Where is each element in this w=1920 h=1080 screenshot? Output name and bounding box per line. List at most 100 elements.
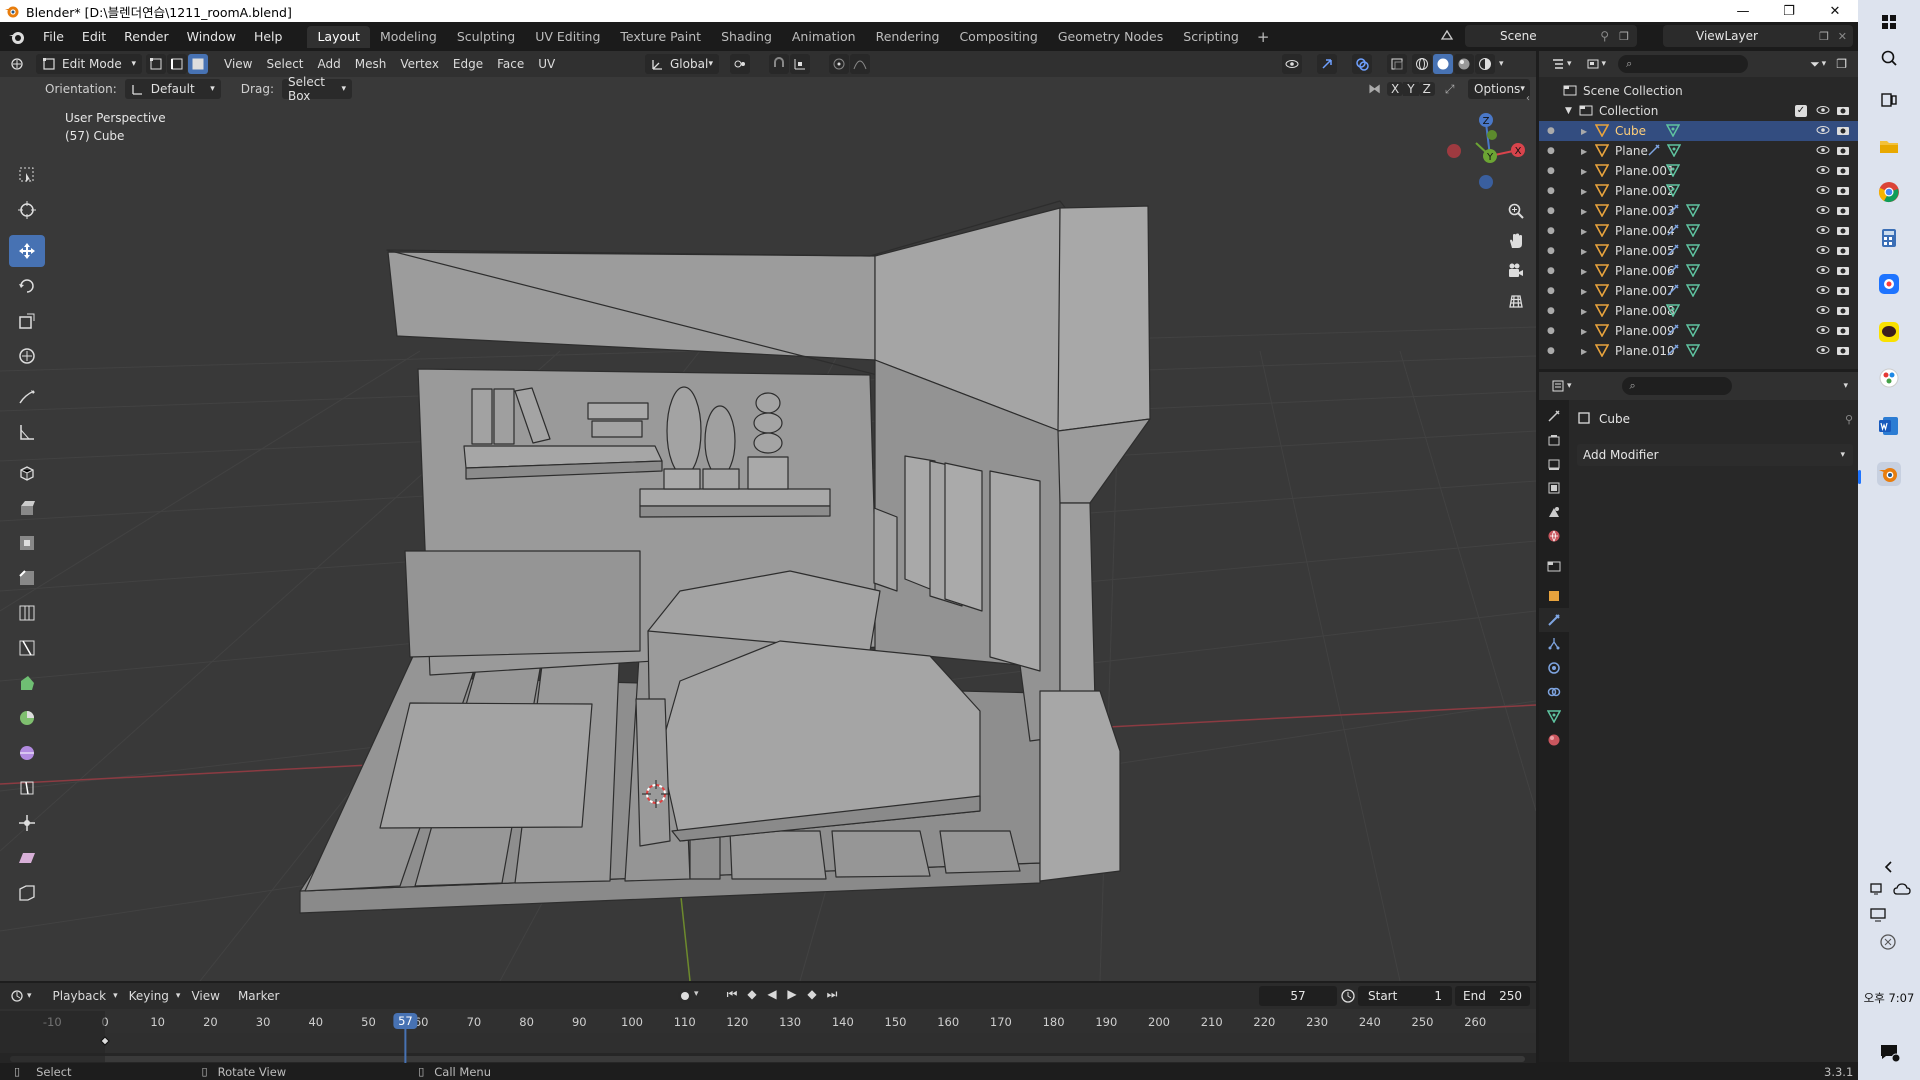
pan-hand-icon[interactable] bbox=[1502, 227, 1530, 255]
expand-arrow-icon[interactable]: ▶ bbox=[1581, 207, 1587, 216]
modifier-wrench-icon[interactable] bbox=[1666, 243, 1680, 260]
chevron-down-icon[interactable]: ▾ bbox=[1843, 381, 1848, 391]
eye-icon[interactable] bbox=[1816, 123, 1830, 140]
gizmo-toggle-button[interactable] bbox=[1317, 54, 1337, 74]
blender-logo-icon[interactable] bbox=[8, 28, 26, 46]
tab-uv-editing[interactable]: UV Editing bbox=[525, 26, 610, 48]
material-tab-icon[interactable] bbox=[1539, 728, 1569, 752]
spin-tool[interactable] bbox=[9, 702, 45, 734]
menu-edge[interactable]: Edge bbox=[446, 57, 490, 71]
menu-vertex[interactable]: Vertex bbox=[393, 57, 446, 71]
add-modifier-button[interactable]: Add Modifier ▾ bbox=[1577, 444, 1853, 466]
zoom-icon[interactable] bbox=[1502, 197, 1530, 225]
mesh-data-icon[interactable] bbox=[1685, 223, 1701, 240]
pin-icon[interactable]: ⚲ bbox=[1845, 413, 1853, 426]
edit-mode-dot-icon[interactable]: ● bbox=[1547, 186, 1555, 196]
camera-icon[interactable] bbox=[1836, 303, 1850, 320]
mesh-data-icon[interactable] bbox=[1666, 143, 1682, 160]
outliner-object-row[interactable]: ● ▶ Plane.003 bbox=[1539, 201, 1858, 221]
show-hidden-icons-chevron-icon[interactable] bbox=[1877, 855, 1901, 879]
rendered-shading-button[interactable] bbox=[1475, 54, 1495, 74]
measure-tool[interactable] bbox=[9, 416, 45, 448]
sidebar-toggle-icon[interactable]: ‹ bbox=[1526, 93, 1530, 104]
close-circle-icon[interactable] bbox=[1878, 932, 1898, 956]
camera-icon[interactable] bbox=[1836, 103, 1850, 120]
add-workspace-button[interactable]: + bbox=[1249, 28, 1278, 46]
mirror-y-toggle[interactable]: Y bbox=[1403, 82, 1419, 96]
new-collection-icon[interactable]: ❐ bbox=[1836, 57, 1847, 71]
outliner-object-row[interactable]: ● ▶ Plane.007 bbox=[1539, 281, 1858, 301]
outliner-object-row[interactable]: ● ▶ Cube bbox=[1539, 121, 1858, 141]
file-explorer-icon[interactable] bbox=[1877, 134, 1901, 158]
pin-icon[interactable]: ⚲ bbox=[1600, 29, 1609, 43]
proportional-editing-button[interactable] bbox=[829, 54, 849, 74]
display-mode-icon[interactable]: ▾ bbox=[1586, 57, 1606, 71]
extrude-tool[interactable] bbox=[9, 492, 45, 524]
expand-arrow-icon[interactable]: ▶ bbox=[1581, 247, 1587, 256]
eye-icon[interactable] bbox=[1816, 303, 1830, 320]
tab-compositing[interactable]: Compositing bbox=[949, 26, 1047, 48]
mesh-data-icon[interactable] bbox=[1685, 263, 1701, 280]
screen-recorder-icon[interactable] bbox=[1877, 272, 1901, 296]
topology-mirror-icon[interactable]: ⤢ bbox=[1445, 82, 1455, 97]
vertex-select-button[interactable] bbox=[146, 54, 166, 74]
output-tab-icon[interactable] bbox=[1539, 452, 1569, 476]
eye-icon[interactable] bbox=[1816, 163, 1830, 180]
outliner-editor-type-icon[interactable]: ▾ bbox=[1551, 57, 1572, 71]
modifier-wrench-icon[interactable] bbox=[1647, 143, 1661, 160]
mesh-data-icon[interactable] bbox=[1665, 303, 1681, 320]
eye-icon[interactable] bbox=[1816, 203, 1830, 220]
expand-arrow-icon[interactable]: ▶ bbox=[1581, 347, 1587, 356]
edit-mode-dot-icon[interactable]: ● bbox=[1547, 246, 1555, 256]
eye-icon[interactable] bbox=[1816, 323, 1830, 340]
task-view-icon[interactable] bbox=[1877, 88, 1901, 112]
eye-icon[interactable] bbox=[1816, 143, 1830, 160]
navigation-gizmo[interactable]: Z X Y bbox=[1447, 113, 1525, 189]
camera-icon[interactable] bbox=[1836, 223, 1850, 240]
menu-edit[interactable]: Edit bbox=[73, 22, 115, 51]
network-icon[interactable] bbox=[1868, 880, 1888, 904]
outliner-object-row[interactable]: ● ▶ Plane.008 bbox=[1539, 301, 1858, 321]
outliner-search-input[interactable]: ⌕ bbox=[1618, 55, 1749, 73]
proportional-falloff-button[interactable] bbox=[850, 54, 870, 74]
options-dropdown[interactable]: Options ▾ bbox=[1468, 79, 1530, 99]
edit-mode-dot-icon[interactable]: ● bbox=[1547, 226, 1555, 236]
new-view-layer-icon[interactable]: ❐ bbox=[1819, 30, 1829, 43]
camera-icon[interactable] bbox=[1836, 243, 1850, 260]
mesh-data-icon[interactable] bbox=[1685, 343, 1701, 360]
mirror-x-toggle[interactable]: X bbox=[1387, 82, 1404, 96]
eye-icon[interactable] bbox=[1816, 263, 1830, 280]
tab-texture-paint[interactable]: Texture Paint bbox=[610, 26, 711, 48]
camera-view-icon[interactable] bbox=[1502, 257, 1530, 285]
mirror-z-toggle[interactable]: Z bbox=[1418, 82, 1435, 96]
face-select-button[interactable] bbox=[188, 54, 208, 74]
collection-row[interactable]: ▼ Collection ✓ bbox=[1539, 101, 1858, 121]
physics-tab-icon[interactable] bbox=[1539, 656, 1569, 680]
modifier-tab-icon[interactable] bbox=[1539, 608, 1569, 632]
menu-face[interactable]: Face bbox=[490, 57, 531, 71]
tab-modeling[interactable]: Modeling bbox=[370, 26, 447, 48]
display-icon[interactable] bbox=[1868, 905, 1888, 929]
modifier-wrench-icon[interactable] bbox=[1666, 223, 1680, 240]
notifications-icon[interactable] bbox=[1877, 1040, 1901, 1064]
eye-icon[interactable] bbox=[1816, 343, 1830, 360]
edge-slide-tool[interactable] bbox=[9, 772, 45, 804]
knife-tool[interactable] bbox=[9, 632, 45, 664]
modifier-wrench-icon[interactable] bbox=[1666, 323, 1680, 340]
editor-type-icon[interactable] bbox=[10, 57, 36, 71]
menu-mesh[interactable]: Mesh bbox=[348, 57, 394, 71]
search-icon[interactable] bbox=[1877, 46, 1901, 70]
outliner-object-row[interactable]: ● ▶ Plane.005 bbox=[1539, 241, 1858, 261]
modifier-wrench-icon[interactable] bbox=[1666, 263, 1680, 280]
menu-add[interactable]: Add bbox=[311, 57, 348, 71]
edge-select-button[interactable] bbox=[167, 54, 187, 74]
expand-arrow-icon[interactable]: ▶ bbox=[1581, 167, 1587, 176]
pivot-point-button[interactable] bbox=[730, 54, 750, 74]
properties-search-input[interactable]: ⌕ bbox=[1621, 377, 1732, 395]
cursor-tool[interactable] bbox=[9, 194, 45, 226]
expand-arrow-icon[interactable]: ▶ bbox=[1581, 127, 1587, 136]
menu-window[interactable]: Window bbox=[178, 22, 245, 51]
outliner-object-row[interactable]: ● ▶ Plane.006 bbox=[1539, 261, 1858, 281]
menu-view[interactable]: View bbox=[217, 57, 259, 71]
word-icon[interactable] bbox=[1877, 414, 1901, 438]
